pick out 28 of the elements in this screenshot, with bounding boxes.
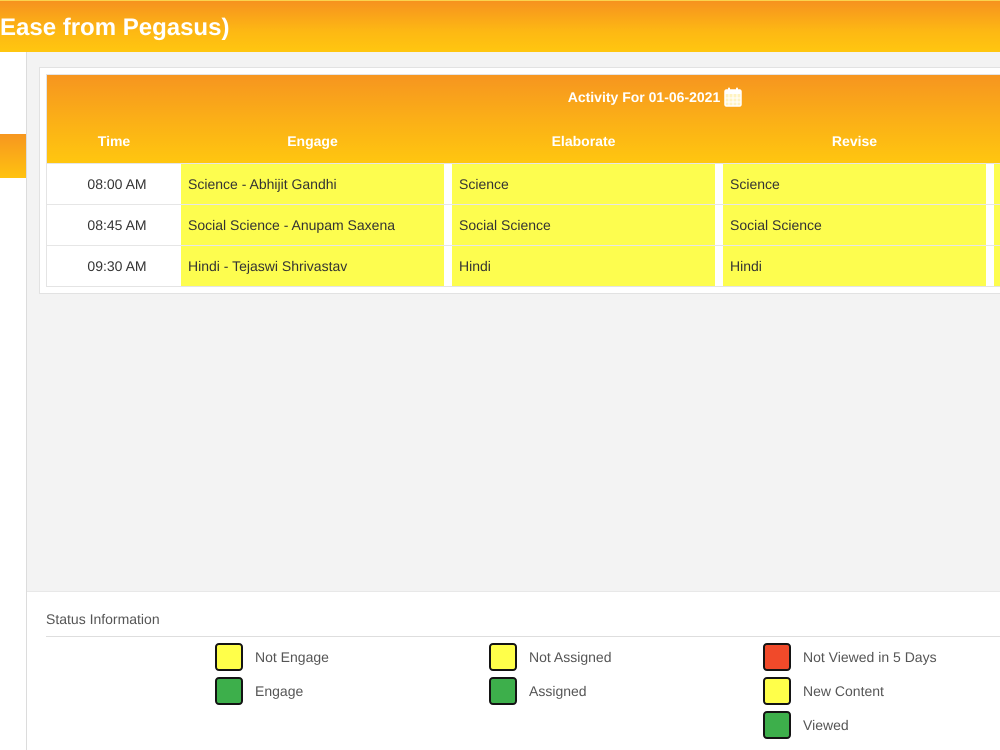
legend-label: Not Assigned (529, 649, 612, 665)
legend-label: Engage (255, 683, 304, 699)
column-header: Engage (286, 133, 339, 149)
sidebar-item[interactable] (0, 134, 26, 178)
table-cell: Science (723, 164, 986, 204)
table-cell: Science (452, 164, 715, 204)
legend-label: Not Engage (255, 649, 329, 665)
legend-label: New Content (803, 683, 884, 699)
legend-label: Not Viewed in 5 Days (803, 649, 937, 665)
table-title: Activity For 01-06-2021 (568, 89, 720, 105)
table-cell: Hindi (723, 246, 986, 286)
table-cell: Social Science (452, 205, 715, 245)
legend-label: Viewed (803, 717, 849, 733)
table-cell: Social Science - Anupam Saxena (181, 205, 444, 245)
column-header: Elaborate (550, 133, 616, 149)
table-cell: Hindi - Tejaswi Shrivastav (181, 246, 444, 286)
legend-label: Assigned (529, 683, 587, 699)
column-header: Time (96, 133, 132, 149)
time-cell-text: 09:30 AM (86, 257, 148, 276)
page-title: Ease from Pegasus) (0, 14, 230, 42)
time-cell-text: 08:00 AM (86, 175, 148, 194)
column-header: Revise (830, 133, 878, 149)
table-cell: Social Science (723, 205, 986, 245)
calendar-icon[interactable] (724, 87, 742, 107)
table-cell: Science - Abhijit Gandhi (181, 164, 444, 204)
table-cell: Hindi (452, 246, 715, 286)
status-title: Status Information (46, 611, 160, 627)
time-cell-text: 08:45 AM (86, 216, 148, 235)
